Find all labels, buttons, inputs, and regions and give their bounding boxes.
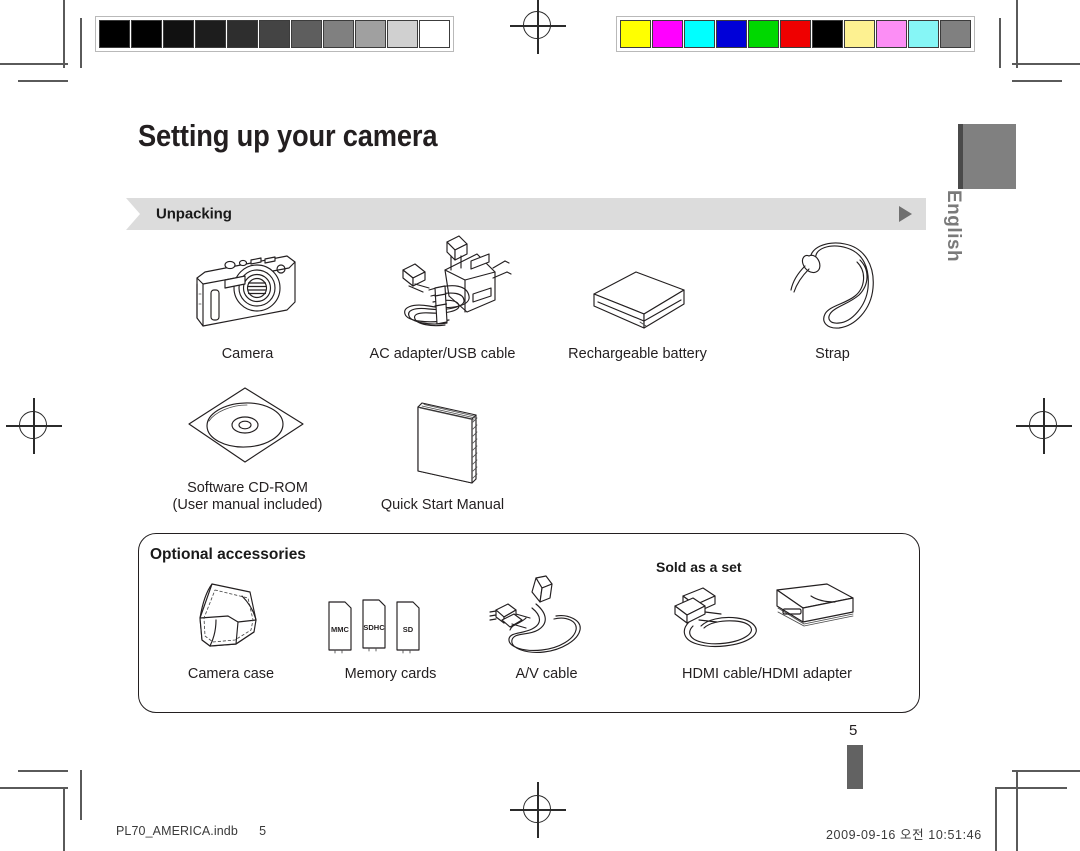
calibration-swatch bbox=[780, 20, 811, 48]
crop-mark-line bbox=[1012, 80, 1062, 82]
unpacking-row-1: Camera AC adapter/USB cable Rechargeable… bbox=[150, 235, 930, 363]
footer-file-name: PL70_AMERICA.indb bbox=[116, 824, 238, 838]
calibration-swatch bbox=[355, 20, 386, 48]
camera-case-icon bbox=[176, 578, 286, 658]
strap-icon bbox=[783, 238, 883, 338]
crop-mark-line bbox=[80, 770, 82, 820]
registration-mark-bottom bbox=[510, 782, 566, 838]
crop-mark-line bbox=[63, 0, 65, 68]
section-banner-background bbox=[126, 198, 926, 230]
calibration-swatch bbox=[684, 20, 715, 48]
unpacking-item-manual: Quick Start Manual bbox=[345, 380, 540, 514]
crop-mark-line bbox=[999, 18, 1001, 68]
registration-mark-right bbox=[1016, 398, 1072, 454]
optional-accessories-title: Optional accessories bbox=[150, 546, 306, 563]
calibration-swatch bbox=[323, 20, 354, 48]
optional-item-hdmi: HDMI cable/HDMI adapter bbox=[624, 578, 910, 683]
calibration-swatch bbox=[419, 20, 450, 48]
calibration-swatch bbox=[812, 20, 843, 48]
optional-item-av-cable: A/V cable bbox=[469, 575, 624, 683]
optional-accessories-row: Camera case MMC SDHC SD Memory cards A/V… bbox=[150, 575, 910, 683]
crop-mark-line bbox=[63, 787, 65, 851]
crop-mark-line bbox=[1016, 0, 1018, 68]
optional-item-camera-case: Camera case bbox=[150, 578, 312, 683]
optional-item-memory-cards: MMC SDHC SD Memory cards bbox=[312, 578, 469, 683]
item-caption: HDMI cable/HDMI adapter bbox=[681, 666, 853, 682]
item-caption: Quick Start Manual bbox=[380, 497, 505, 513]
crop-mark-line bbox=[18, 80, 68, 82]
calibration-swatch bbox=[876, 20, 907, 48]
item-caption: Software CD-ROM bbox=[187, 480, 308, 496]
cd-rom-icon bbox=[183, 380, 313, 472]
crop-mark-line bbox=[0, 787, 68, 789]
camera-icon bbox=[183, 238, 313, 338]
memory-cards-icon: MMC SDHC SD bbox=[323, 578, 458, 658]
unpacking-item-strap: Strap bbox=[735, 238, 930, 363]
calibration-swatch bbox=[940, 20, 971, 48]
page-title: Setting up your camera bbox=[138, 118, 438, 153]
calibration-swatch bbox=[99, 20, 130, 48]
crop-mark-line bbox=[1012, 63, 1080, 65]
page-edge-marker bbox=[847, 745, 863, 789]
registration-mark-left bbox=[6, 398, 62, 454]
item-caption: A/V cable bbox=[515, 666, 578, 682]
manual-icon bbox=[388, 397, 498, 489]
section-banner: Unpacking bbox=[126, 198, 926, 230]
memory-card-label-sd: SD bbox=[403, 625, 414, 634]
calibration-swatch bbox=[844, 20, 875, 48]
page-number: 5 bbox=[849, 722, 858, 739]
calibration-swatch bbox=[163, 20, 194, 48]
play-arrow-icon bbox=[899, 206, 912, 222]
crop-mark-line bbox=[995, 787, 1067, 789]
calibration-swatch bbox=[748, 20, 779, 48]
calibration-swatch bbox=[131, 20, 162, 48]
footer-timestamp: 2009-09-16 오전 10:51:46 bbox=[826, 828, 982, 842]
item-caption: Camera bbox=[221, 346, 274, 362]
unpacking-row-2: Software CD-ROM (User manual included) Q… bbox=[150, 380, 540, 514]
sold-as-a-set-label: Sold as a set bbox=[656, 559, 742, 575]
item-caption: AC adapter/USB cable bbox=[369, 346, 516, 362]
crop-mark-line bbox=[995, 787, 997, 851]
footer-file-info: PL70_AMERICA.indb 5 bbox=[116, 824, 266, 838]
hdmi-cable-adapter-icon bbox=[667, 578, 867, 658]
language-tab-marker bbox=[958, 124, 1016, 189]
calibration-swatch bbox=[291, 20, 322, 48]
calibration-swatch bbox=[259, 20, 290, 48]
item-caption-secondary: (User manual included) bbox=[172, 497, 323, 513]
unpacking-item-battery: Rechargeable battery bbox=[540, 238, 735, 363]
calibration-swatch bbox=[387, 20, 418, 48]
grayscale-calibration-bar bbox=[95, 16, 454, 52]
calibration-swatch bbox=[652, 20, 683, 48]
unpacking-item-camera: Camera bbox=[150, 238, 345, 363]
calibration-swatch bbox=[620, 20, 651, 48]
ac-adapter-usb-cable-icon bbox=[373, 235, 513, 338]
language-tab-label: English bbox=[943, 190, 964, 263]
crop-mark-line bbox=[18, 770, 68, 772]
crop-mark-line bbox=[1012, 770, 1080, 772]
crop-mark-line bbox=[80, 18, 82, 68]
item-caption: Camera case bbox=[187, 666, 275, 682]
section-banner-label: Unpacking bbox=[156, 205, 232, 223]
footer-file-page: 5 bbox=[259, 824, 267, 838]
memory-card-label-mmc: MMC bbox=[331, 625, 349, 634]
crop-mark-line bbox=[0, 63, 68, 65]
battery-icon bbox=[578, 238, 698, 338]
unpacking-item-ac-adapter: AC adapter/USB cable bbox=[345, 235, 540, 363]
item-caption: Strap bbox=[815, 346, 850, 362]
calibration-swatch bbox=[195, 20, 226, 48]
memory-card-label-sdhc: SDHC bbox=[363, 623, 385, 632]
crop-mark-line bbox=[1016, 770, 1018, 851]
calibration-swatch bbox=[908, 20, 939, 48]
av-cable-icon bbox=[482, 575, 612, 658]
calibration-swatch bbox=[716, 20, 747, 48]
registration-mark-top bbox=[510, 0, 566, 54]
item-caption: Rechargeable battery bbox=[568, 346, 707, 362]
color-calibration-bar bbox=[616, 16, 975, 52]
item-caption: Memory cards bbox=[344, 666, 437, 682]
calibration-swatch bbox=[227, 20, 258, 48]
unpacking-item-cd-rom: Software CD-ROM (User manual included) bbox=[150, 380, 345, 514]
